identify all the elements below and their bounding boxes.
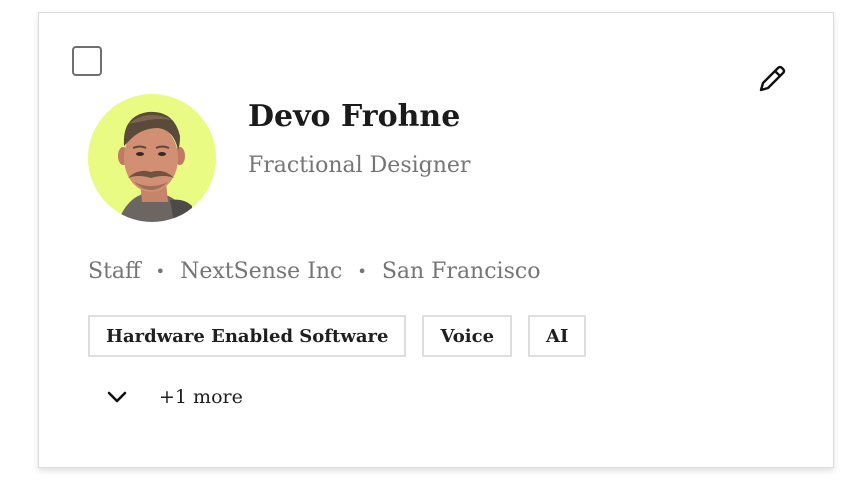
profile-role: Fractional Designer	[248, 153, 471, 178]
tag-list: Hardware Enabled Software Voice AI	[88, 315, 602, 357]
chevron-down-icon	[105, 385, 129, 409]
separator: •	[357, 262, 367, 281]
select-checkbox[interactable]	[72, 46, 102, 76]
show-more-button[interactable]: +1 more	[105, 385, 243, 409]
pencil-icon	[759, 65, 786, 92]
company-name: NextSense Inc	[180, 259, 343, 284]
tag[interactable]: Hardware Enabled Software	[88, 315, 407, 357]
edit-button[interactable]	[753, 60, 791, 98]
tag[interactable]: AI	[528, 315, 587, 357]
avatar	[88, 94, 216, 222]
employment-type: Staff	[88, 259, 141, 284]
profile-name: Devo Frohne	[248, 99, 461, 134]
separator: •	[155, 262, 166, 281]
profile-meta: Staff • NextSense Inc • San Francisco	[88, 259, 540, 284]
show-more-label: +1 more	[159, 386, 243, 408]
tag[interactable]: Voice	[422, 315, 513, 357]
avatar-photo	[88, 94, 216, 222]
profile-card: Devo Frohne Fractional Designer Staff • …	[38, 12, 834, 468]
location: San Francisco	[381, 259, 541, 284]
